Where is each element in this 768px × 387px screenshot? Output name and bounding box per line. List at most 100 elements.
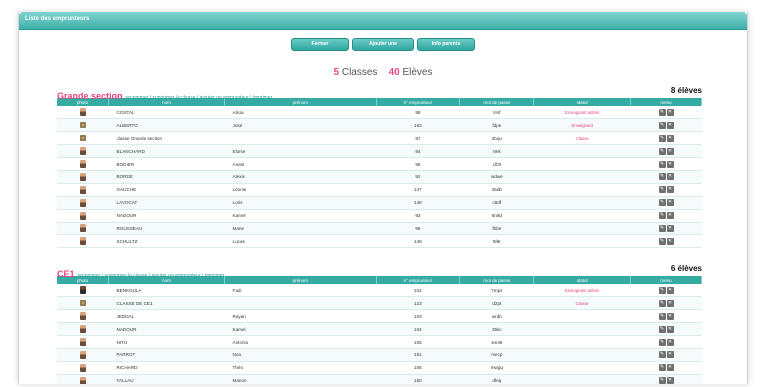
close-icon[interactable]: ✕	[666, 364, 674, 372]
print-link[interactable]: imprimer	[253, 95, 272, 101]
delete-class-link[interactable]: supprimer la classe	[104, 273, 147, 279]
pencil-icon[interactable]: ✎	[658, 108, 666, 116]
pencil-icon[interactable]: ✎	[658, 186, 666, 194]
close-icon[interactable]: ✕	[666, 224, 674, 232]
menu-cell: ✎ ✕	[630, 209, 702, 223]
print-link[interactable]: imprimer	[205, 273, 224, 279]
close-icon[interactable]: ✕	[666, 325, 674, 333]
photo-cell	[57, 222, 109, 236]
table-row[interactable]: BORDE Alexis 92 wdwe ✎ ✕	[57, 170, 702, 184]
delete-class-link[interactable]: supprimer la classe	[152, 95, 195, 101]
pencil-icon[interactable]: ✎	[658, 199, 666, 207]
add-class-button[interactable]: Ajouter une classe	[352, 38, 414, 58]
pencil-icon[interactable]: ✎	[658, 160, 666, 168]
menu-cell: ✎ ✕	[630, 309, 702, 324]
first-name-cell: José	[224, 118, 376, 133]
pencil-icon[interactable]: ✎	[658, 212, 666, 220]
close-icon[interactable]: ✕	[666, 186, 674, 194]
first-name-cell: Alexis	[224, 170, 376, 184]
pencil-icon[interactable]: ✎	[658, 237, 666, 245]
table-row[interactable]: LAVOCAT Loris 148 c8df ✎ ✕	[57, 196, 702, 210]
pencil-icon[interactable]: ✎	[658, 121, 666, 129]
status-cell: Enseignant admin	[533, 106, 631, 120]
password-cell: 7mpz	[459, 284, 534, 298]
table-row[interactable]: classe Grande section 97 2bqu Classe ✎ ✕	[57, 131, 702, 146]
pencil-icon[interactable]: ✎	[658, 299, 666, 307]
last-name-cell: ROUSSEAU	[108, 222, 225, 236]
borrower-number-cell: 95	[376, 157, 460, 171]
pencil-icon[interactable]: ✎	[658, 364, 666, 372]
photo-cell	[57, 183, 109, 197]
table-body: BENKOULA Fadi 102 7mpz Enseignant admin ✎ ✕ CLA…	[57, 284, 702, 384]
close-icon[interactable]: ✕	[666, 377, 674, 384]
table-row[interactable]: NADOUR Kamel 93 5n9d ✎ ✕	[57, 209, 702, 223]
pencil-icon[interactable]: ✎	[658, 134, 666, 142]
table-row[interactable]: BLANCHARD Eloïse 94 r9rk ✎ ✕	[57, 144, 702, 159]
rename-link[interactable]: renommer	[126, 95, 149, 101]
borrower-number-cell: 104	[376, 322, 460, 337]
table-row[interactable]: TALLAU Manon 150 dfeq ✎ ✕	[57, 374, 702, 384]
window: Liste des emprunteurs Fermer Ajouter une…	[18, 12, 748, 384]
table-row[interactable]: BODIER Anaïs 95 clf3l ✎ ✕	[57, 157, 702, 171]
close-icon[interactable]: ✕	[666, 351, 674, 359]
status-cell	[533, 157, 631, 171]
menu-cell: ✎ ✕	[630, 284, 702, 298]
status-cell: Classe	[533, 296, 631, 311]
close-icon[interactable]: ✕	[666, 237, 674, 245]
status-cell: Enseignant admin	[533, 284, 631, 298]
close-icon[interactable]: ✕	[666, 134, 674, 142]
pencil-icon[interactable]: ✎	[658, 312, 666, 320]
status-cell	[533, 144, 631, 159]
table-row[interactable]: COSTAL Alicia 98 zsrf Enseignant admin ✎ ✕	[57, 106, 702, 120]
group-icon	[79, 300, 86, 307]
status-cell	[533, 309, 631, 324]
pencil-icon[interactable]: ✎	[658, 325, 666, 333]
last-name-cell: JEDDAL	[108, 309, 225, 324]
close-icon[interactable]: ✕	[666, 299, 674, 307]
close-icon[interactable]: ✕	[666, 286, 674, 294]
close-icon[interactable]: ✕	[666, 160, 674, 168]
table-row[interactable]: ALBERTO José 163 fdpe Enseignant ✎ ✕	[57, 118, 702, 133]
photo-cell	[57, 361, 109, 375]
pencil-icon[interactable]: ✎	[658, 147, 666, 155]
table-row[interactable]: GAUCHE Léonie 147 45db ✎ ✕	[57, 183, 702, 197]
close-icon[interactable]: ✕	[666, 121, 674, 129]
password-cell: mecp	[459, 348, 534, 362]
close-icon[interactable]: ✕	[666, 173, 674, 181]
parents-info-button[interactable]: Info parents	[417, 38, 475, 51]
section-title: CE1	[57, 269, 75, 279]
pencil-icon[interactable]: ✎	[658, 173, 666, 181]
close-icon[interactable]: ✕	[666, 312, 674, 320]
table-row[interactable]: PARROT Noa 151 mecp ✎ ✕	[57, 348, 702, 362]
photo-cell	[57, 284, 109, 298]
last-name-cell: LAVOCAT	[108, 196, 225, 210]
last-name-cell: TALLAU	[108, 374, 225, 384]
close-icon[interactable]: ✕	[666, 212, 674, 220]
first-name-cell	[224, 296, 376, 311]
table-row[interactable]: BENKOULA Fadi 102 7mpz Enseignant admin ✎ ✕	[57, 284, 702, 298]
close-button[interactable]: Fermer	[291, 38, 349, 51]
pencil-icon[interactable]: ✎	[658, 351, 666, 359]
pencil-icon[interactable]: ✎	[658, 224, 666, 232]
borrower-number-cell: 106	[376, 361, 460, 375]
rename-link[interactable]: renommer	[78, 273, 101, 279]
table-row[interactable]: NADOUR Kamel 104 35kc ✎ ✕	[57, 322, 702, 337]
close-icon[interactable]: ✕	[666, 338, 674, 346]
table-row[interactable]: NITU Antonio 105 sm36 ✎ ✕	[57, 335, 702, 349]
pencil-icon[interactable]: ✎	[658, 286, 666, 294]
table-row[interactable]: SCHULTZ Lucas 149 5f6r ✎ ✕	[57, 234, 702, 249]
pencil-icon[interactable]: ✎	[658, 377, 666, 384]
close-icon[interactable]: ✕	[666, 199, 674, 207]
table-row[interactable]: ROUSSEAU Marie 96 fbbe ✎ ✕	[57, 222, 702, 236]
close-icon[interactable]: ✕	[666, 108, 674, 116]
table-row[interactable]: CLASSE DE CE1 123 d2pt Classe ✎ ✕	[57, 296, 702, 311]
password-cell: wrdh	[459, 309, 534, 324]
first-name-cell: Fadi	[224, 284, 376, 298]
table-row[interactable]: RICHARD Théo 106 mwgq ✎ ✕	[57, 361, 702, 375]
add-borrower-link[interactable]: ajouter un emprunteur	[152, 273, 201, 279]
close-icon[interactable]: ✕	[666, 147, 674, 155]
add-borrower-link[interactable]: ajouter un emprunteur	[200, 95, 249, 101]
pencil-icon[interactable]: ✎	[658, 338, 666, 346]
table-row[interactable]: JEDDAL Rayan 103 wrdh ✎ ✕	[57, 309, 702, 324]
first-name-cell: Kamel	[224, 322, 376, 337]
